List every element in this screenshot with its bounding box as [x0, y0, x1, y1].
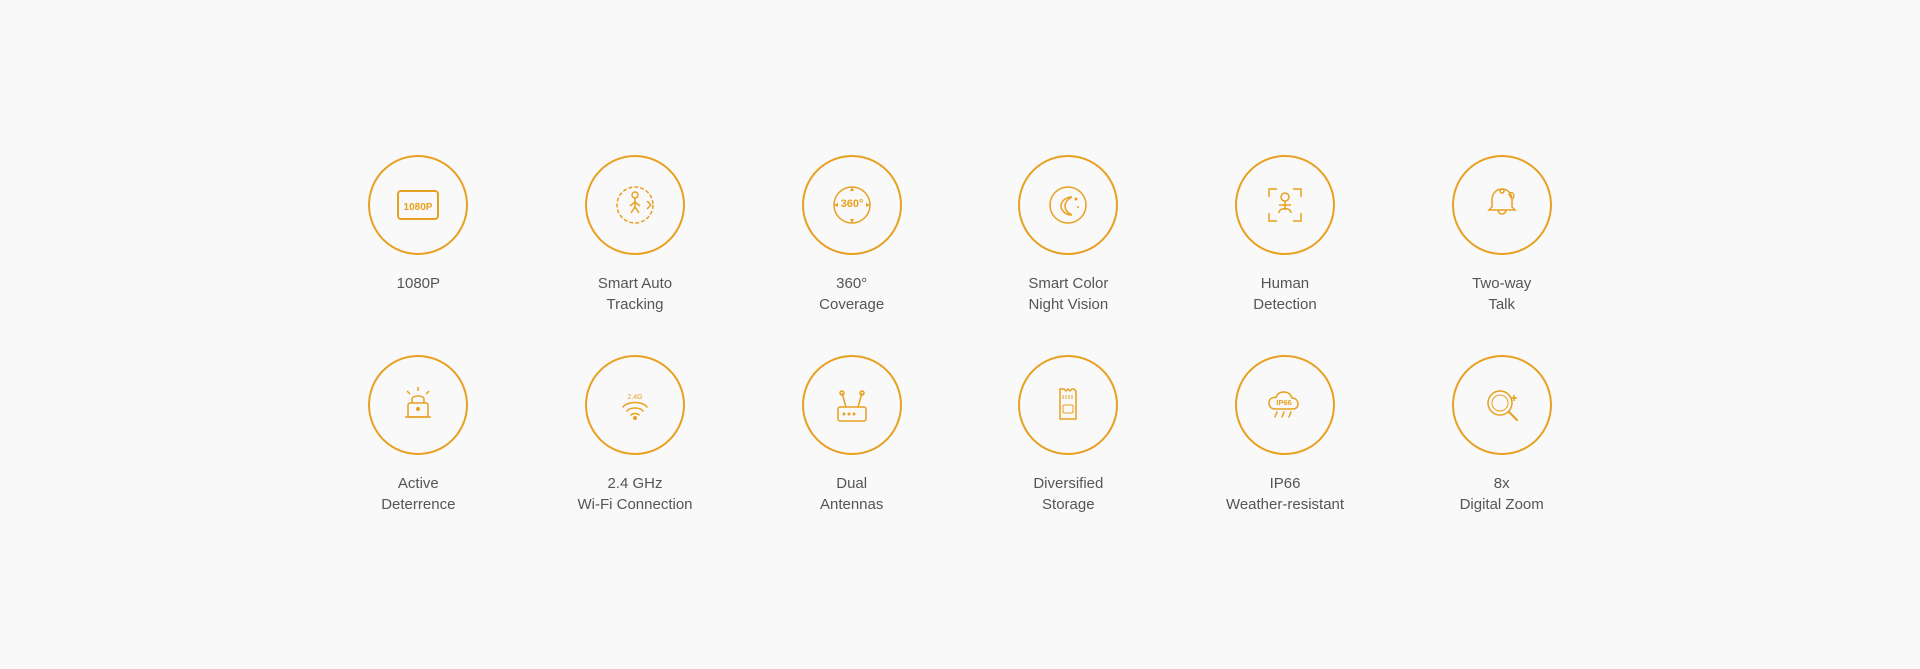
wifi-connection-label: 2.4 GHzWi-Fi Connection [577, 473, 692, 515]
two-way-talk-icon [1474, 177, 1530, 233]
360-coverage-label: 360°Coverage [819, 273, 884, 315]
digital-zoom-icon [1474, 377, 1530, 433]
active-deterrence-icon-circle [368, 355, 468, 455]
night-vision-icon [1040, 177, 1096, 233]
tracking-icon-circle [585, 155, 685, 255]
1080p-label: 1080P [397, 273, 440, 294]
feature-digital-zoom: 8xDigital Zoom [1423, 355, 1580, 515]
human-detection-icon [1257, 177, 1313, 233]
night-vision-icon-circle [1018, 155, 1118, 255]
features-grid: 1080P 1080P Smart AutoTracking [260, 115, 1660, 555]
human-detection-icon-circle [1235, 155, 1335, 255]
digital-zoom-icon-circle [1452, 355, 1552, 455]
feature-smart-color-night-vision: Smart ColorNight Vision [990, 155, 1147, 315]
svg-text:1080P: 1080P [404, 202, 433, 213]
360-coverage-icon: 360° [824, 177, 880, 233]
dual-antennas-icon [824, 377, 880, 433]
tracking-icon [607, 177, 663, 233]
svg-text:IP66: IP66 [1276, 398, 1291, 407]
feature-1080p: 1080P 1080P [340, 155, 497, 315]
feature-smart-auto-tracking: Smart AutoTracking [557, 155, 714, 315]
feature-wifi-connection: 2.4G 2.4 GHzWi-Fi Connection [557, 355, 714, 515]
dual-antennas-icon-circle [802, 355, 902, 455]
wifi-icon-circle: 2.4G [585, 355, 685, 455]
feature-dual-antennas: DualAntennas [773, 355, 930, 515]
smart-color-night-vision-label: Smart ColorNight Vision [1028, 273, 1108, 315]
wifi-icon: 2.4G [607, 377, 663, 433]
feature-active-deterrence: ActiveDeterrence [340, 355, 497, 515]
1080p-icon-circle: 1080P [368, 155, 468, 255]
human-detection-label: HumanDetection [1253, 273, 1316, 315]
digital-zoom-label: 8xDigital Zoom [1460, 473, 1544, 515]
feature-two-way-talk: Two-wayTalk [1423, 155, 1580, 315]
ip66-icon: IP66 [1257, 377, 1313, 433]
active-deterrence-label: ActiveDeterrence [381, 473, 455, 515]
storage-icon-circle [1018, 355, 1118, 455]
two-way-talk-icon-circle [1452, 155, 1552, 255]
two-way-talk-label: Two-wayTalk [1472, 273, 1531, 315]
feature-human-detection: HumanDetection [1207, 155, 1364, 315]
ip66-label: IP66Weather-resistant [1226, 473, 1344, 515]
feature-ip66: IP66 IP66Weather-resistant [1207, 355, 1364, 515]
svg-text:360°: 360° [840, 198, 863, 210]
smart-auto-tracking-label: Smart AutoTracking [598, 273, 672, 315]
feature-360-coverage: 360° 360°Coverage [773, 155, 930, 315]
active-deterrence-icon [390, 377, 446, 433]
feature-diversified-storage: DiversifiedStorage [990, 355, 1147, 515]
storage-icon [1040, 377, 1096, 433]
svg-text:2.4G: 2.4G [627, 394, 642, 401]
dual-antennas-label: DualAntennas [820, 473, 883, 515]
diversified-storage-label: DiversifiedStorage [1033, 473, 1103, 515]
1080p-icon: 1080P [390, 177, 446, 233]
360-icon-circle: 360° [802, 155, 902, 255]
ip66-icon-circle: IP66 [1235, 355, 1335, 455]
